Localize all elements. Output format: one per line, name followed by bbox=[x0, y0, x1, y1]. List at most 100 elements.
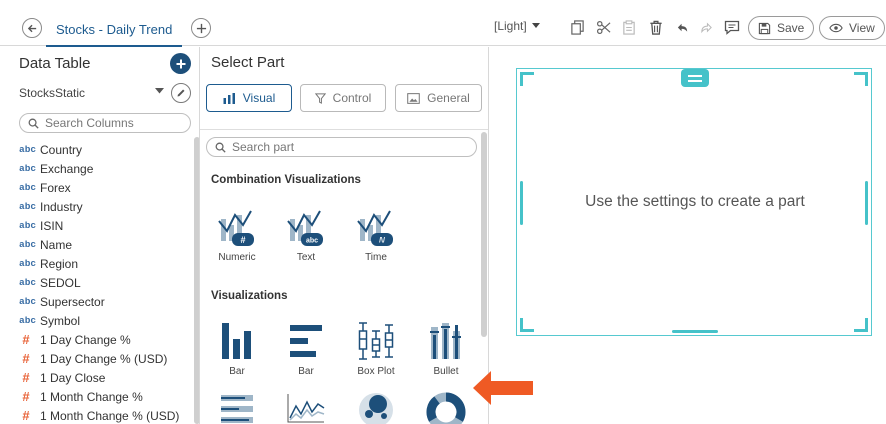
list-item[interactable]: abc SEDOL bbox=[19, 273, 197, 292]
list-item[interactable]: abc Industry bbox=[19, 197, 197, 216]
column-name: 1 Day Close bbox=[40, 370, 106, 385]
line-chart-icon bbox=[287, 394, 325, 423]
part-donut[interactable] bbox=[416, 392, 476, 424]
list-item[interactable]: abc Country bbox=[19, 140, 197, 159]
list-item[interactable]: abc Region bbox=[19, 254, 197, 273]
resize-handle-bottom-right[interactable] bbox=[854, 318, 868, 332]
column-name: Industry bbox=[40, 199, 83, 214]
tab-control-label: Control bbox=[332, 91, 372, 105]
part-horizontal-bullet[interactable] bbox=[207, 392, 267, 424]
add-tab-button[interactable] bbox=[191, 18, 211, 38]
part-bubble[interactable] bbox=[346, 392, 406, 424]
select-part-panel: Select Part Visual Control General Searc… bbox=[200, 47, 489, 424]
theme-dropdown[interactable]: [Light] bbox=[494, 19, 540, 33]
list-item[interactable]: #1 Day Change % bbox=[19, 330, 197, 349]
back-button[interactable] bbox=[22, 18, 42, 38]
floppy-disk-icon bbox=[758, 22, 771, 34]
resize-handle-top-left[interactable] bbox=[520, 72, 534, 86]
resize-handle-top-right[interactable] bbox=[854, 72, 868, 86]
list-item[interactable]: #1 Month Change % (USD) bbox=[19, 406, 197, 424]
visualizations-heading: Visualizations bbox=[211, 290, 288, 302]
list-item[interactable]: abc Forex bbox=[19, 178, 197, 197]
combination-heading: Combination Visualizations bbox=[211, 174, 361, 186]
eye-icon bbox=[829, 23, 843, 33]
clipboard-icon bbox=[623, 19, 635, 35]
part-canvas[interactable]: Use the settings to create a part bbox=[516, 68, 872, 336]
tab-stocks-daily-trend[interactable]: Stocks - Daily Trend bbox=[46, 13, 183, 47]
combination-text-icon: abc bbox=[287, 210, 323, 246]
column-name: 1 Day Change % (USD) bbox=[40, 351, 168, 366]
donut-chart-icon bbox=[426, 392, 466, 424]
bar-vertical-icon bbox=[222, 323, 251, 359]
paste-button[interactable] bbox=[619, 17, 639, 37]
column-name: Exchange bbox=[40, 161, 94, 176]
part-bar-vertical[interactable]: Bar bbox=[207, 321, 267, 377]
tab-control[interactable]: Control bbox=[300, 84, 386, 112]
list-item[interactable]: abc Symbol bbox=[19, 311, 197, 330]
part-label: Numeric bbox=[218, 252, 256, 263]
comment-button[interactable] bbox=[722, 17, 742, 37]
part-combination-time[interactable]: /\/ Time bbox=[346, 205, 406, 263]
plus-icon bbox=[176, 59, 185, 68]
part-label: Bar bbox=[298, 366, 314, 377]
part-combination-text[interactable]: abc Text bbox=[276, 205, 336, 263]
part-bar-horizontal[interactable]: Bar bbox=[276, 321, 336, 377]
part-label: Bar bbox=[229, 366, 245, 377]
caret-down-icon[interactable] bbox=[155, 88, 164, 94]
resize-handle-bottom-left[interactable] bbox=[520, 318, 534, 332]
column-name: Region bbox=[40, 256, 79, 271]
part-box-plot[interactable]: Box Plot bbox=[346, 321, 406, 377]
select-part-title: Select Part bbox=[211, 54, 285, 71]
number-type-icon: # bbox=[22, 389, 30, 404]
list-item[interactable]: #1 Day Close bbox=[19, 368, 197, 387]
part-badge: # bbox=[240, 235, 245, 245]
drag-handle-line bbox=[688, 79, 702, 82]
part-bullet[interactable]: Bullet bbox=[416, 321, 476, 377]
text-type-icon: abc bbox=[19, 277, 37, 288]
trash-icon bbox=[650, 20, 662, 35]
list-item[interactable]: abc Name bbox=[19, 235, 197, 254]
resize-handle-bottom[interactable] bbox=[672, 330, 718, 333]
column-name: SEDOL bbox=[40, 275, 81, 290]
list-item[interactable]: abc Exchange bbox=[19, 159, 197, 178]
cut-button[interactable] bbox=[593, 17, 613, 37]
edit-data-source-button[interactable] bbox=[171, 83, 191, 103]
column-name: Supersector bbox=[40, 294, 105, 309]
data-table-panel: Data Table StocksStatic Search Columns a… bbox=[10, 47, 200, 424]
list-item[interactable]: abc ISIN bbox=[19, 216, 197, 235]
undo-button[interactable] bbox=[672, 17, 692, 37]
number-type-icon: # bbox=[22, 408, 30, 423]
search-part-input[interactable]: Search part bbox=[206, 137, 477, 157]
undo-icon bbox=[677, 23, 687, 32]
tab-general[interactable]: General bbox=[395, 84, 482, 112]
text-type-icon: abc bbox=[19, 258, 37, 269]
list-item[interactable]: abc Supersector bbox=[19, 292, 197, 311]
tab-visual[interactable]: Visual bbox=[206, 84, 292, 112]
delete-button[interactable] bbox=[646, 17, 666, 37]
caret-down-icon bbox=[531, 23, 540, 28]
save-label: Save bbox=[777, 21, 805, 35]
drag-handle[interactable] bbox=[681, 69, 709, 87]
part-combination-numeric[interactable]: # Numeric bbox=[207, 205, 267, 263]
part-label: Box Plot bbox=[357, 366, 395, 377]
scissors-icon bbox=[596, 20, 610, 34]
list-item[interactable]: #1 Day Change % (USD) bbox=[19, 349, 197, 368]
save-button[interactable]: Save bbox=[748, 16, 815, 40]
bar-horizontal-icon bbox=[290, 325, 322, 357]
add-data-table-button[interactable] bbox=[170, 53, 191, 74]
search-columns-placeholder: Search Columns bbox=[45, 116, 134, 130]
search-part-placeholder: Search part bbox=[232, 140, 295, 154]
data-source-select[interactable]: StocksStatic bbox=[19, 86, 85, 100]
search-columns-input[interactable]: Search Columns bbox=[19, 113, 191, 133]
column-name: Symbol bbox=[40, 313, 81, 328]
list-item[interactable]: #1 Month Change % bbox=[19, 387, 197, 406]
view-button[interactable]: View bbox=[819, 16, 885, 40]
part-line[interactable] bbox=[276, 392, 336, 424]
search-icon bbox=[28, 118, 39, 129]
column-name: ISIN bbox=[40, 218, 64, 233]
resize-handle-left[interactable] bbox=[520, 181, 523, 225]
part-list-scrollbar[interactable] bbox=[481, 132, 487, 337]
resize-handle-right[interactable] bbox=[865, 181, 868, 225]
redo-button[interactable] bbox=[696, 17, 716, 37]
copy-button[interactable] bbox=[567, 17, 587, 37]
